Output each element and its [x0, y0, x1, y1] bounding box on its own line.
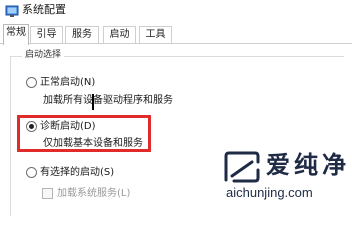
system-config-icon	[5, 3, 19, 17]
window-title: 系统配置	[22, 3, 66, 16]
tab-tools[interactable]: 工具	[139, 26, 172, 44]
normal-startup-label[interactable]: 正常启动(N)	[40, 76, 95, 89]
watermark-brand: 爱纯净	[266, 151, 350, 179]
selective-startup-radio[interactable]	[26, 167, 37, 178]
brand-logo-icon	[222, 150, 262, 184]
tab-services[interactable]: 服务	[65, 26, 99, 44]
selective-startup-label[interactable]: 有选择的启动(S)	[40, 166, 114, 179]
normal-startup-radio[interactable]	[26, 77, 37, 88]
tab-boot[interactable]: 引导	[30, 26, 63, 44]
watermark-url: aichunjing.com	[226, 185, 313, 200]
normal-startup-description: 加载所有设备驱动程序和服务	[43, 95, 173, 106]
load-system-services-label[interactable]: 加载系统服务(L)	[57, 187, 130, 200]
highlight-annotation	[17, 115, 151, 152]
text-cursor-icon	[92, 94, 94, 110]
load-system-services-checkbox[interactable]	[42, 188, 53, 199]
startup-selection-legend: 启动选择	[22, 49, 65, 61]
tab-startup[interactable]: 启动	[103, 26, 136, 44]
title-bar: 系统配置	[0, 0, 352, 20]
watermark: 爱纯净 aichunjing.com	[222, 150, 352, 203]
tab-general[interactable]: 常规	[3, 24, 29, 45]
tab-strip: 常规 引导 服务 启动 工具	[0, 24, 352, 45]
